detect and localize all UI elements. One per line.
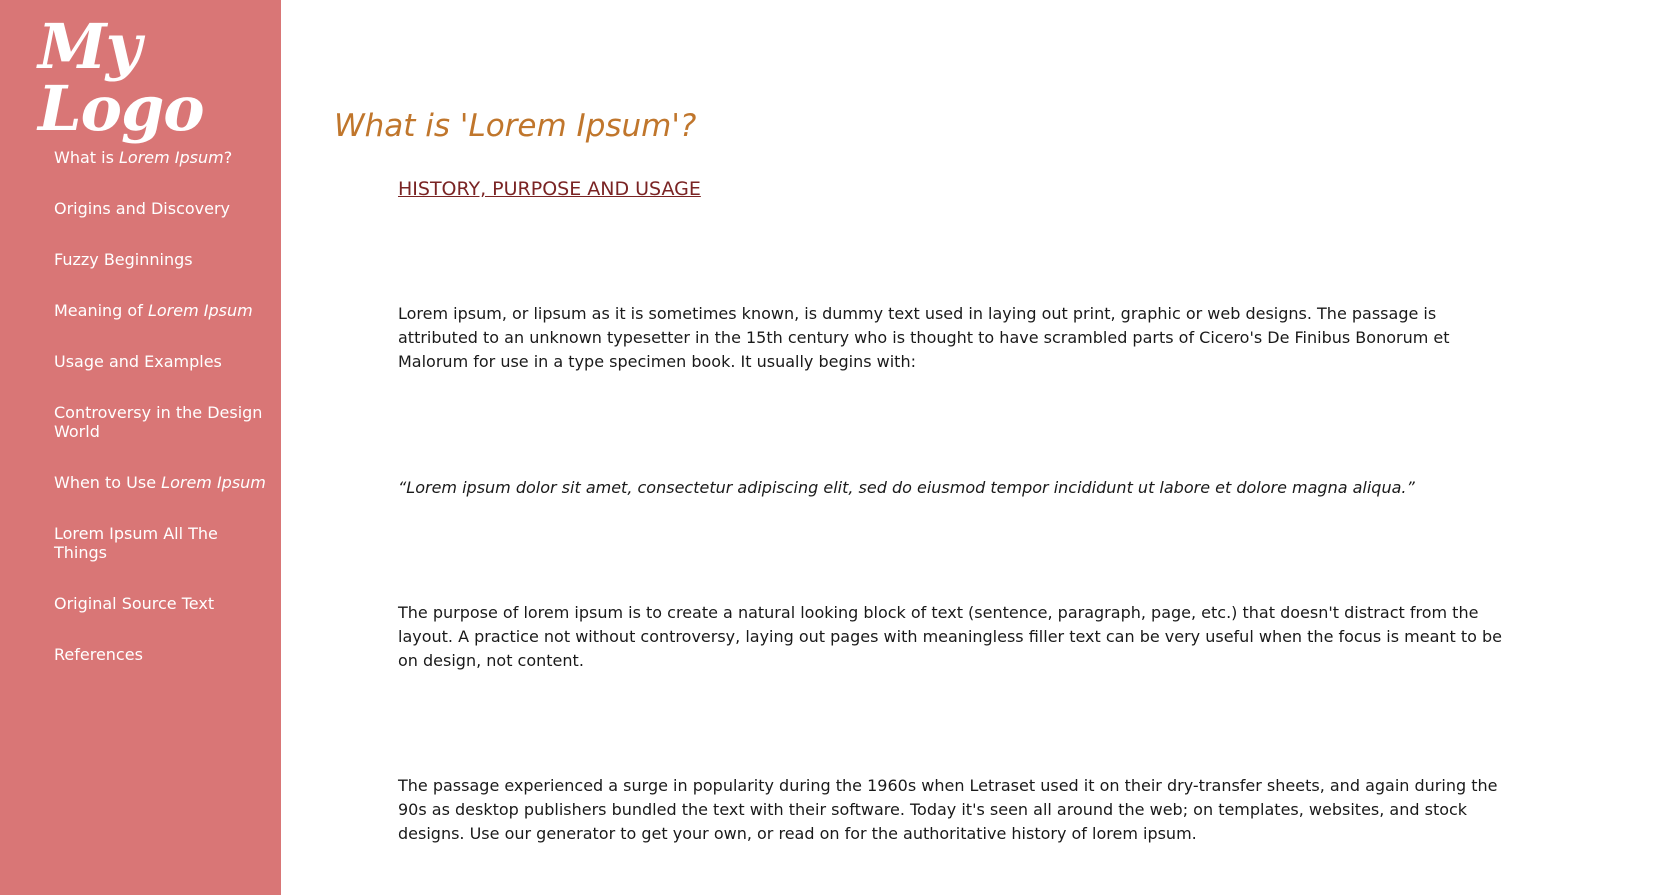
- nav-item-text: Lorem Ipsum All The Things: [54, 524, 218, 562]
- nav-item-emphasis: Lorem Ipsum: [161, 473, 266, 492]
- history-paragraph: The passage experienced a surge in popul…: [398, 776, 1498, 843]
- nav-item-original-source-text[interactable]: Original Source Text: [54, 594, 274, 613]
- nav-item-emphasis: Lorem Ipsum: [119, 148, 224, 167]
- nav-item-lorem-ipsum-all-the-things[interactable]: Lorem Ipsum All The Things: [54, 524, 274, 562]
- nav-item-origins-and-discovery[interactable]: Origins and Discovery: [54, 199, 274, 218]
- nav-item-what-is-lorem-ipsum[interactable]: What is Lorem Ipsum?: [54, 148, 274, 167]
- section-subtitle-link[interactable]: HISTORY, PURPOSE AND USAGE: [398, 178, 701, 200]
- nav-item-usage-and-examples[interactable]: Usage and Examples: [54, 352, 274, 371]
- nav-item-when-to-use-lorem-ipsum[interactable]: When to Use Lorem Ipsum: [54, 473, 274, 492]
- sidebar-nav: What is Lorem Ipsum? Origins and Discove…: [54, 148, 274, 696]
- nav-item-text: What is: [54, 148, 119, 167]
- nav-item-text: Controversy in the Design World: [54, 403, 263, 441]
- nav-item-text: Fuzzy Beginnings: [54, 250, 193, 269]
- nav-item-meaning-of-lorem-ipsum[interactable]: Meaning of Lorem Ipsum: [54, 301, 274, 320]
- nav-item-text: Usage and Examples: [54, 352, 222, 371]
- nav-item-references[interactable]: References: [54, 645, 274, 664]
- logo[interactable]: My Logo: [38, 16, 281, 140]
- nav-item-text: Original Source Text: [54, 594, 215, 613]
- lorem-quote: “Lorem ipsum dolor sit amet, consectetur…: [398, 478, 1415, 497]
- nav-item-fuzzy-beginnings[interactable]: Fuzzy Beginnings: [54, 250, 274, 269]
- nav-item-text: When to Use: [54, 473, 162, 492]
- nav-item-text: References: [54, 645, 143, 664]
- intro-paragraph: Lorem ipsum, or lipsum as it is sometime…: [398, 304, 1450, 371]
- page-title: What is 'Lorem Ipsum'?: [334, 108, 697, 144]
- nav-item-controversy-in-the-design-world[interactable]: Controversy in the Design World: [54, 403, 274, 441]
- nav-item-text: Meaning of: [54, 301, 148, 320]
- nav-item-text: Origins and Discovery: [54, 199, 231, 218]
- nav-item-emphasis: Lorem Ipsum: [147, 301, 253, 320]
- sidebar: My Logo What is Lorem Ipsum? Origins and…: [0, 0, 281, 895]
- purpose-paragraph: The purpose of lorem ipsum is to create …: [398, 603, 1503, 670]
- nav-item-text-suffix: ?: [223, 148, 233, 167]
